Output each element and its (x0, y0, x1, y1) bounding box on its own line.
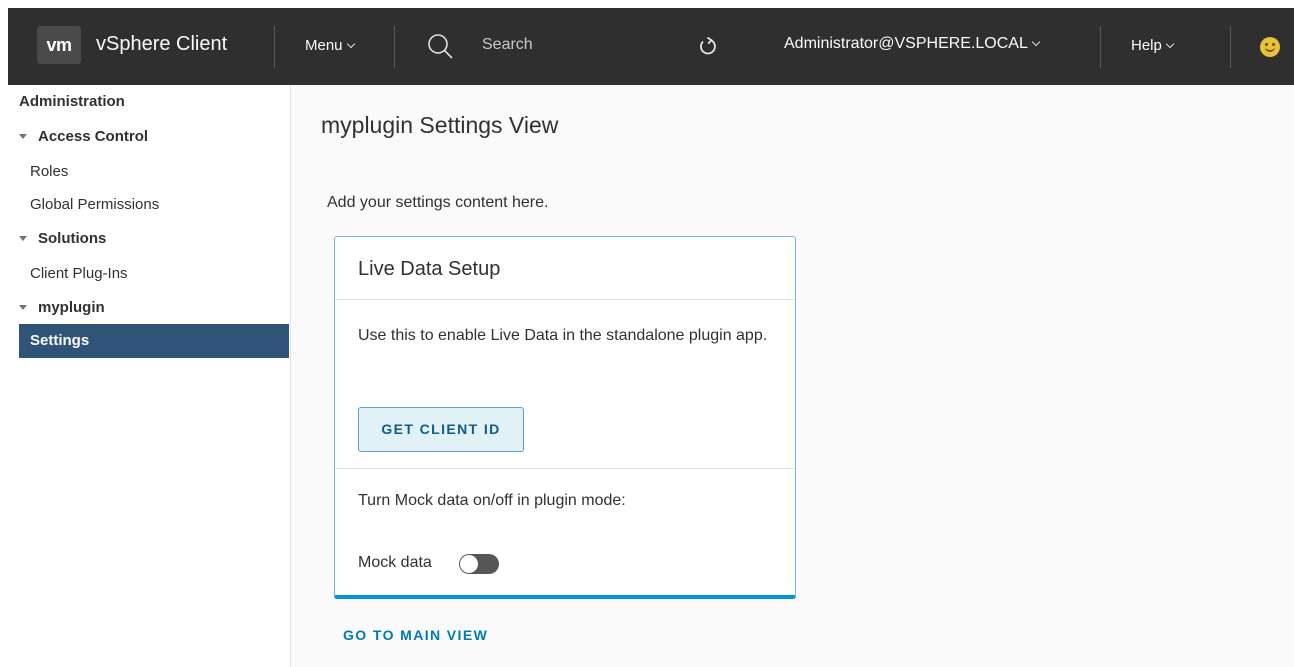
sidebar-item-roles[interactable]: Roles (30, 163, 68, 180)
chevron-down-icon (1165, 39, 1175, 49)
main-content: myplugin Settings View Add your settings… (292, 85, 1294, 667)
sidebar-group-myplugin[interactable]: myplugin (19, 299, 105, 316)
sidebar-group-label: Access Control (38, 128, 149, 145)
user-label: Administrator@VSPHERE.LOCAL (784, 35, 1028, 52)
get-client-id-button[interactable]: GET CLIENT ID (358, 407, 524, 452)
sidebar-group-access-control[interactable]: Access Control (19, 128, 148, 145)
search-input[interactable]: Search (482, 36, 533, 54)
sidebar-group-label: Solutions (38, 230, 107, 247)
page-title: myplugin Settings View (321, 112, 559, 138)
chevron-down-icon (346, 39, 355, 49)
top-header-bar: vm vSphere Client Menu Search Administra… (8, 8, 1294, 85)
card-title: Live Data Setup (358, 258, 501, 280)
live-data-setup-card: Live Data Setup Use this to enable Live … (334, 236, 796, 599)
header-divider (274, 26, 275, 68)
sidebar-group-label: myplugin (38, 299, 105, 316)
caret-down-icon (19, 305, 27, 310)
sidebar-item-client-plug-ins[interactable]: Client Plug-Ins (30, 265, 128, 282)
menu-label: Menu (305, 37, 343, 54)
smiley-feedback-icon[interactable] (1260, 37, 1280, 57)
refresh-icon[interactable] (697, 35, 719, 57)
page-intro-text: Add your settings content here. (327, 194, 549, 211)
app-title[interactable]: vSphere Client (96, 33, 227, 56)
sidebar-group-solutions[interactable]: Solutions (19, 230, 106, 247)
header-divider (394, 26, 395, 68)
help-label: Help (1131, 37, 1162, 54)
header-divider (1230, 26, 1231, 68)
mock-data-description: Turn Mock data on/off in plugin mode: (358, 492, 626, 509)
card-divider (335, 468, 795, 469)
mock-data-toggle[interactable] (459, 554, 499, 574)
search-icon[interactable] (426, 32, 456, 62)
caret-down-icon (19, 236, 27, 241)
sidebar-item-settings[interactable]: Settings (19, 324, 289, 358)
menu-dropdown[interactable]: Menu (305, 37, 355, 54)
help-menu[interactable]: Help (1131, 37, 1175, 54)
mock-data-label: Mock data (358, 554, 432, 571)
vm-logo[interactable]: vm (37, 26, 81, 64)
chevron-down-icon (1031, 37, 1041, 47)
toggle-knob (460, 555, 478, 573)
go-to-main-view-link[interactable]: GO TO MAIN VIEW (343, 627, 488, 643)
sidebar-item-global-permissions[interactable]: Global Permissions (30, 196, 159, 213)
sidebar-root-administration: Administration (19, 93, 125, 110)
card-divider (335, 299, 795, 300)
user-menu[interactable]: Administrator@VSPHERE.LOCAL (784, 35, 1041, 53)
header-divider (1100, 26, 1101, 68)
card-description: Use this to enable Live Data in the stan… (358, 327, 768, 344)
sidebar-nav: Administration Access Control Roles Glob… (0, 85, 291, 667)
caret-down-icon (19, 134, 27, 139)
